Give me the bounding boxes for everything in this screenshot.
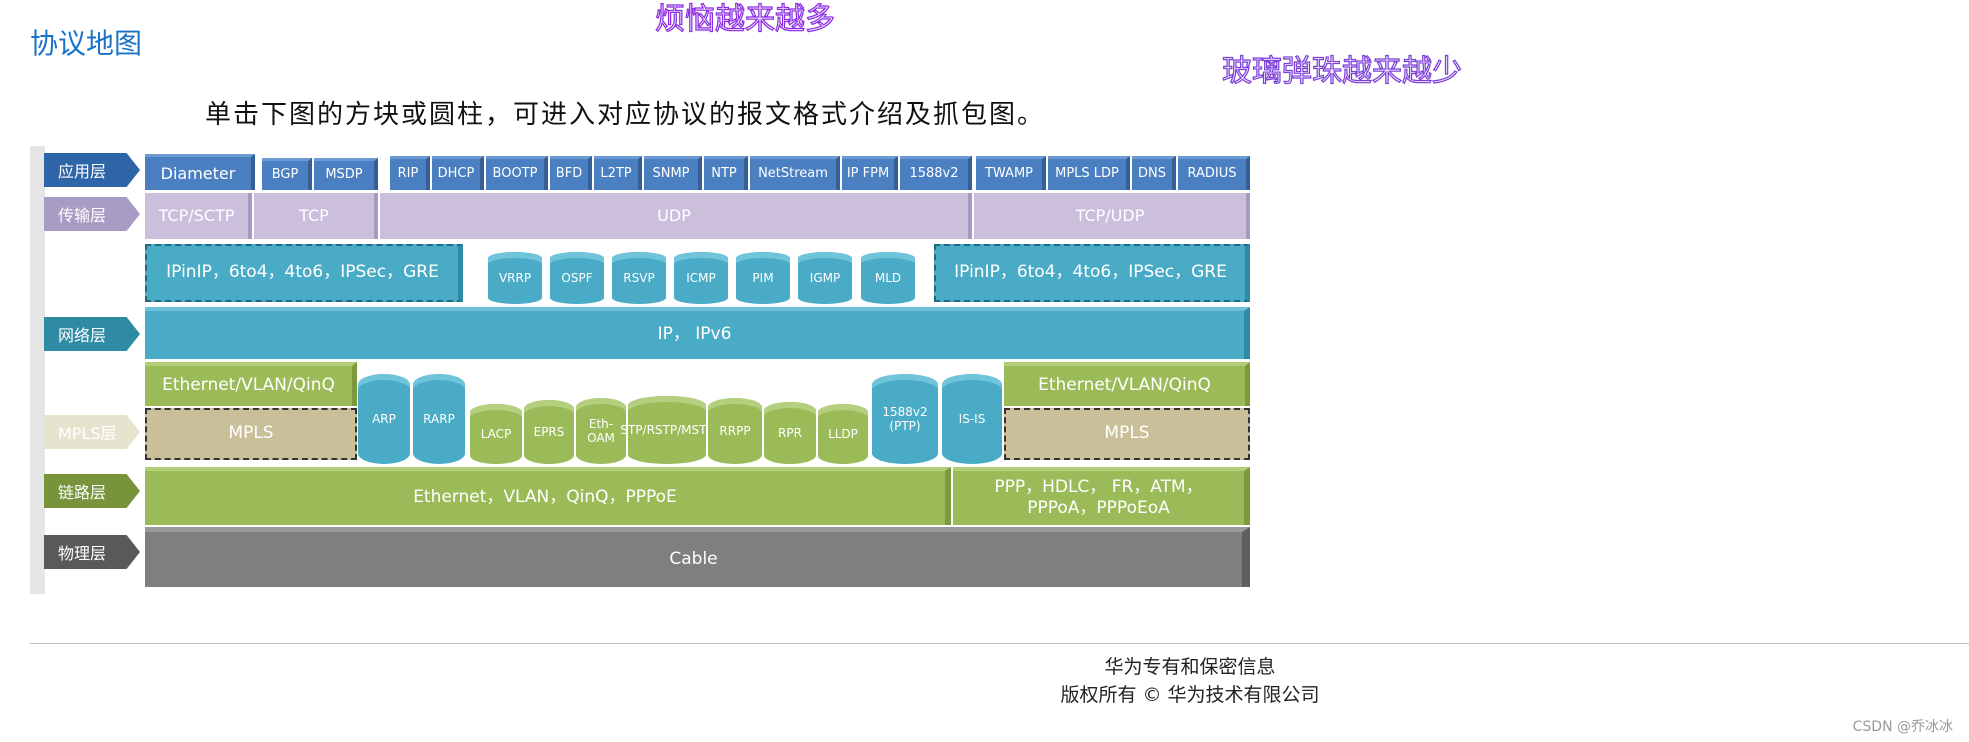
layer-tag-link: 链路层	[44, 474, 140, 508]
proto-is-is[interactable]: IS-IS	[942, 374, 1002, 464]
proto-bootp[interactable]: BOOTP	[486, 156, 548, 190]
proto-netstream[interactable]: NetStream	[750, 156, 840, 190]
proto-lacp[interactable]: LACP	[470, 404, 522, 464]
proto-tunnel-left[interactable]: IPinIP，6to4，4to6，IPSec，GRE	[145, 244, 463, 302]
proto-mpls-ldp[interactable]: MPLS LDP	[1048, 156, 1130, 190]
proto-1588v2-ptp[interactable]: 1588v2 (PTP)	[872, 374, 938, 464]
proto-dns[interactable]: DNS	[1132, 156, 1176, 190]
watermark: CSDN @乔冰冰	[1852, 719, 1953, 735]
layer-tag-app: 应用层	[44, 153, 140, 187]
proto-arp[interactable]: ARP	[358, 374, 410, 464]
proto-eth-vlan-qinq-left[interactable]: Ethernet/VLAN/QinQ	[145, 362, 357, 406]
layer-tag-mpls: MPLS层	[44, 415, 140, 449]
proto-diameter[interactable]: Diameter	[145, 154, 255, 190]
proto-ip-ipv6[interactable]: IP， IPv6	[145, 307, 1250, 359]
proto-vrrp[interactable]: VRRP	[488, 252, 542, 304]
footer-divider	[30, 643, 1969, 644]
proto-twamp[interactable]: TWAMP	[976, 156, 1046, 190]
proto-mpls-right[interactable]: MPLS	[1004, 408, 1250, 460]
proto-bfd[interactable]: BFD	[550, 156, 592, 190]
page-title: 协议地图	[30, 27, 143, 60]
proto-igmp[interactable]: IGMP	[798, 252, 852, 304]
proto-udp[interactable]: UDP	[380, 193, 972, 239]
proto-tcp-udp[interactable]: TCP/UDP	[974, 193, 1250, 239]
proto-snmp[interactable]: SNMP	[644, 156, 702, 190]
proto-ethernet-vlan-qinq-pppoe[interactable]: Ethernet，VLAN，QinQ，PPPoE	[145, 467, 951, 525]
proto-ip-fpm[interactable]: IP FPM	[842, 156, 898, 190]
proto-tcp-sctp[interactable]: TCP/SCTP	[145, 193, 252, 239]
proto-radius[interactable]: RADIUS	[1178, 156, 1250, 190]
proto-dhcp[interactable]: DHCP	[432, 156, 484, 190]
decorative-text-1: 烦恼越来越多	[654, 1, 835, 37]
proto-stp-rstp-mstp[interactable]: STP/RSTP/MSTP	[620, 396, 714, 464]
diagram-left-rail	[30, 146, 45, 594]
layer-tag-network: 网络层	[44, 317, 140, 351]
proto-rip[interactable]: RIP	[390, 156, 430, 190]
proto-lldp[interactable]: LLDP	[818, 404, 868, 464]
proto-eth-oam[interactable]: Eth-OAM	[576, 398, 626, 464]
instruction-text: 单击下图的方块或圆柱，可进入对应协议的报文格式介绍及抓包图。	[205, 100, 1046, 130]
proto-mpls-left[interactable]: MPLS	[145, 408, 357, 460]
proto-pim[interactable]: PIM	[736, 252, 790, 304]
layer-tag-transport: 传输层	[44, 197, 140, 231]
proto-rpr[interactable]: RPR	[764, 402, 816, 464]
proto-mld[interactable]: MLD	[861, 252, 915, 304]
decorative-text-2: 玻璃弹珠越来越少	[1221, 53, 1462, 89]
proto-tcp[interactable]: TCP	[254, 193, 378, 239]
proto-eth-vlan-qinq-right[interactable]: Ethernet/VLAN/QinQ	[1004, 362, 1250, 406]
proto-l2tp[interactable]: L2TP	[594, 156, 642, 190]
proto-rrpp[interactable]: RRPP	[708, 398, 762, 464]
proto-ntp[interactable]: NTP	[704, 156, 748, 190]
layer-tag-physical: 物理层	[44, 535, 140, 569]
proto-ppp-hdlc-fr[interactable]: PPP，HDLC， FR，ATM，PPPoA，PPPoEoA	[953, 467, 1250, 525]
proto-msdp[interactable]: MSDP	[314, 158, 378, 190]
proto-ospf[interactable]: OSPF	[550, 252, 604, 304]
proto-icmp[interactable]: ICMP	[674, 252, 728, 304]
proto-1588v2-app[interactable]: 1588v2	[900, 156, 972, 190]
footer-confidential: 华为专有和保密信息	[1104, 656, 1276, 678]
footer-copyright: 版权所有 © 华为技术有限公司	[1060, 684, 1320, 706]
proto-rsvp[interactable]: RSVP	[612, 252, 666, 304]
proto-rarp[interactable]: RARP	[413, 374, 465, 464]
proto-cable[interactable]: Cable	[145, 527, 1250, 587]
proto-bgp[interactable]: BGP	[262, 158, 312, 190]
proto-eprs[interactable]: EPRS	[524, 400, 574, 464]
proto-tunnel-right[interactable]: IPinIP，6to4，4to6，IPSec，GRE	[934, 244, 1250, 302]
